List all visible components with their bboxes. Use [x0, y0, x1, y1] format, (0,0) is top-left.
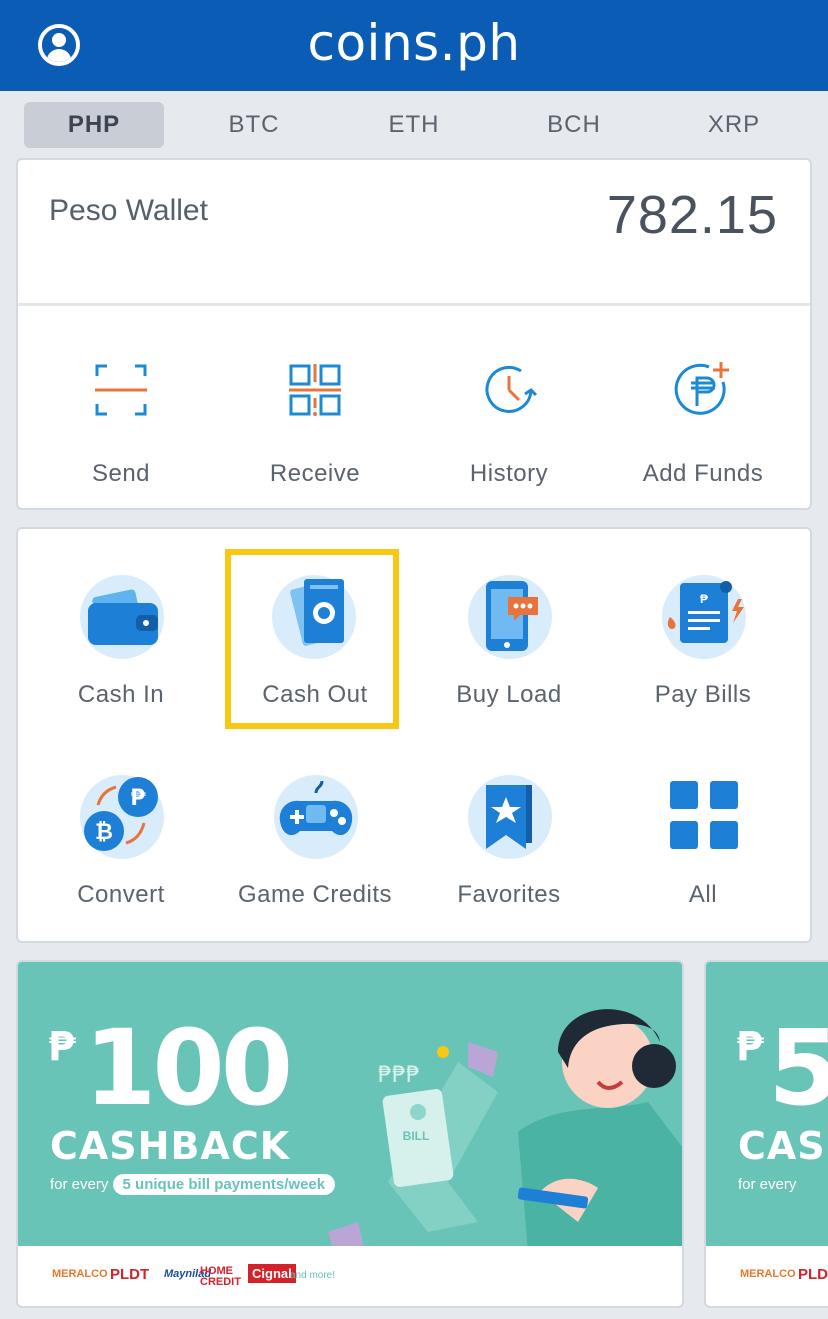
promo2-partner-meralco: MERALCO: [740, 1268, 796, 1280]
phone-chat-icon: [464, 569, 556, 661]
wallet-label: Peso Wallet: [49, 194, 208, 227]
game-credits-button[interactable]: Game Credits: [218, 749, 412, 929]
pay-bills-label: Pay Bills: [654, 681, 752, 708]
promo-banner-cashback[interactable]: ₱ 100 CASHBACK for every 5 unique bill p…: [16, 960, 684, 1308]
wallet-balance: 782.15: [606, 185, 778, 245]
partner-home-credit: HOME CREDIT: [200, 1265, 241, 1288]
favorites-label: Favorites: [457, 881, 561, 908]
add-funds-button[interactable]: Add Funds: [606, 306, 800, 510]
promo2-title: CASH: [738, 1124, 828, 1168]
cash-in-button[interactable]: Cash In: [24, 549, 218, 729]
app-logo: coins.ph: [307, 14, 521, 72]
promo-currency: ₱: [48, 1024, 76, 1070]
promo-subtitle: for every 5 unique bill payments/week: [50, 1174, 336, 1195]
tab-bch[interactable]: BCH: [504, 102, 644, 148]
svg-text:₱: ₱: [700, 592, 708, 606]
promo-banner-next[interactable]: ₱ 5 CASH for every MERALCO PLDT: [704, 960, 828, 1308]
partner-more: and more!: [290, 1270, 336, 1281]
all-label: All: [688, 881, 718, 908]
add-funds-label: Add Funds: [642, 460, 764, 487]
peso-plus-icon: [673, 360, 733, 420]
svg-text:₱₱₱: ₱₱₱: [378, 1063, 420, 1088]
gamepad-icon: [270, 769, 362, 861]
grid-icon: [658, 769, 750, 861]
tab-php[interactable]: PHP: [24, 102, 164, 148]
bill-document-label: BILL: [403, 1129, 430, 1143]
svg-text:₿: ₿: [95, 820, 113, 845]
cash-out-icon: [270, 569, 362, 661]
wallet-card: Peso Wallet 782.15 Send Receive History …: [16, 158, 812, 510]
tab-eth[interactable]: ETH: [344, 102, 484, 148]
svg-text:₱: ₱: [130, 786, 146, 811]
history-button[interactable]: History: [412, 306, 606, 510]
promo-highlight: 5 unique bill payments/week: [112, 1174, 336, 1195]
promo2-amount: 5: [768, 1016, 828, 1120]
promo-title: CASHBACK: [50, 1124, 291, 1168]
all-services-button[interactable]: All: [606, 749, 800, 929]
send-label: Send: [91, 460, 151, 487]
game-credits-label: Game Credits: [237, 881, 393, 908]
promo2-partner-pldt: PLDT: [798, 1266, 828, 1283]
clock-history-icon: [479, 360, 539, 420]
send-button[interactable]: Send: [24, 306, 218, 510]
convert-button[interactable]: ₱ ₿ Convert: [24, 749, 218, 929]
cash-out-label: Cash Out: [262, 681, 368, 708]
buy-load-button[interactable]: Buy Load: [412, 549, 606, 729]
promo2-prefix: for every: [738, 1176, 797, 1193]
receive-button[interactable]: Receive: [218, 306, 412, 510]
partner-pldt: PLDT: [110, 1266, 150, 1283]
top-bar: coins.ph: [0, 0, 828, 91]
currency-tabs: PHP BTC ETH BCH XRP: [0, 91, 828, 157]
wallet-icon: [76, 569, 168, 661]
promo2-currency: ₱: [736, 1024, 764, 1070]
buy-load-label: Buy Load: [456, 681, 562, 708]
cash-out-button[interactable]: Cash Out: [218, 549, 412, 729]
history-label: History: [469, 460, 549, 487]
scan-icon: [91, 360, 151, 420]
qr-code-icon: [285, 360, 345, 420]
promo-prefix: for every: [50, 1176, 109, 1193]
receive-label: Receive: [269, 460, 361, 487]
promo2-partners: MERALCO PLDT: [706, 1246, 828, 1306]
promo-illustration: BILL ₱₱₱: [328, 1009, 682, 1252]
cash-in-label: Cash In: [77, 681, 165, 708]
convert-label: Convert: [77, 881, 165, 908]
services-card: Cash In Cash Out Buy Load ₱ Pay Bills ₱ …: [16, 527, 812, 943]
promo-amount: 100: [84, 1007, 293, 1129]
favorites-button[interactable]: Favorites: [412, 749, 606, 929]
partner-meralco: MERALCO: [52, 1268, 108, 1280]
pay-bills-button[interactable]: ₱ Pay Bills: [606, 549, 800, 729]
promo-partners: MERALCO PLDT Maynilad HOME CREDIT Cignal…: [18, 1246, 682, 1306]
bookmark-star-icon: [464, 769, 556, 861]
bill-icon: ₱: [658, 569, 750, 661]
tab-btc[interactable]: BTC: [184, 102, 324, 148]
wallet-header[interactable]: Peso Wallet 782.15: [18, 160, 810, 306]
convert-icon: ₱ ₿: [76, 769, 168, 861]
tab-xrp[interactable]: XRP: [664, 102, 804, 148]
partner-cignal: Cignal: [248, 1264, 296, 1283]
